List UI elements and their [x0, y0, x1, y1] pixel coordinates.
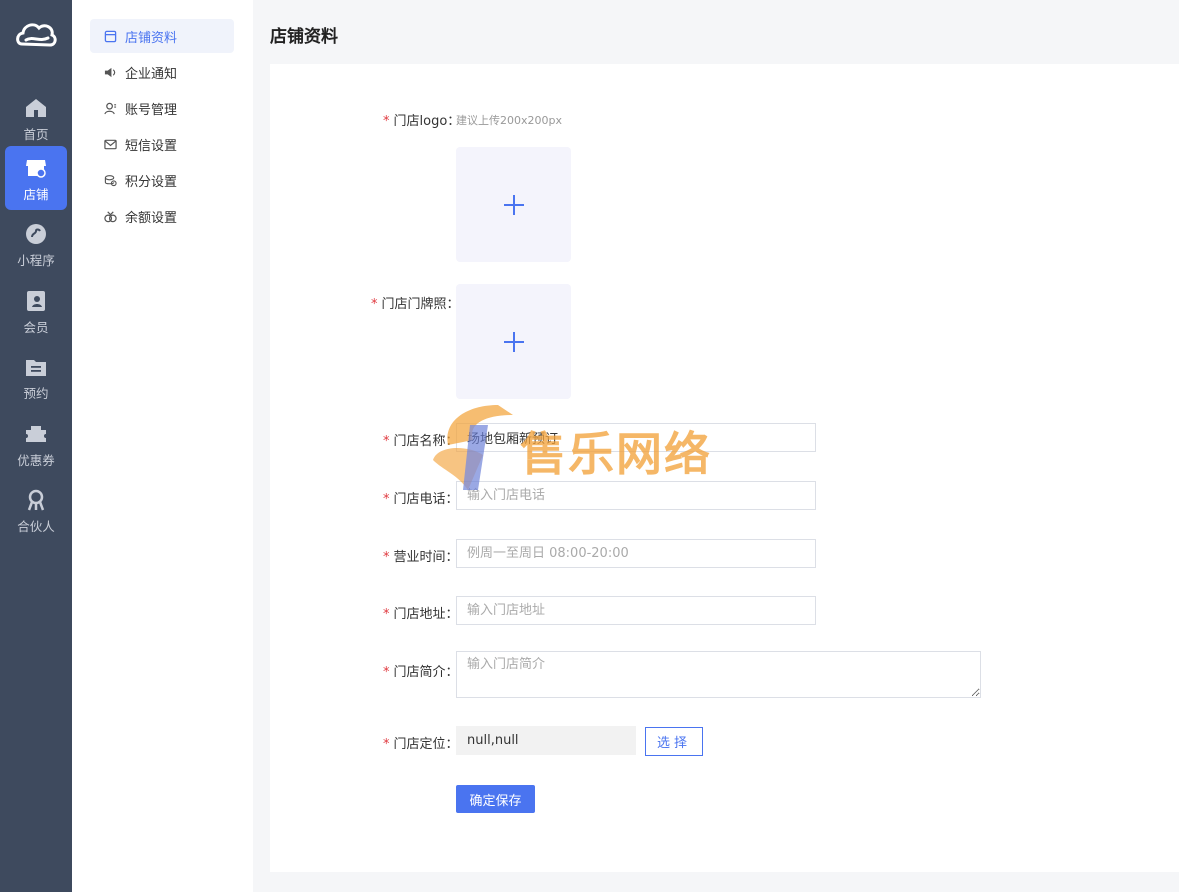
rail-item-store[interactable]: 店铺 — [5, 146, 67, 210]
required-mark: * — [383, 114, 390, 129]
rail-item-label: 首页 — [23, 127, 49, 142]
rail-item-label: 优惠券 — [17, 453, 55, 468]
required-mark: * — [371, 297, 378, 312]
rail-item-label: 会员 — [23, 320, 49, 335]
sub-item-label: 店铺资料 — [125, 30, 178, 46]
sub-item-store-info[interactable]: 店铺资料 — [90, 19, 234, 53]
sub-item-label: 短信设置 — [125, 138, 178, 154]
account-icon — [104, 102, 117, 114]
rail-item-label: 预约 — [23, 386, 49, 401]
required-mark: * — [383, 434, 390, 449]
required-mark: * — [383, 492, 390, 507]
required-mark: * — [383, 665, 390, 680]
speaker-icon — [104, 67, 116, 77]
required-mark: * — [383, 607, 390, 622]
name-label: * 门店名称： — [383, 434, 459, 449]
points-icon — [104, 174, 117, 186]
location-label: * 门店定位： — [383, 737, 459, 752]
rail-item-home[interactable]: 首页 — [5, 86, 67, 150]
balance-icon — [104, 210, 117, 222]
coupon-icon — [26, 426, 46, 442]
logo-hint: 建议上传200x200px — [456, 114, 562, 127]
miniprogram-icon — [26, 224, 46, 244]
save-button[interactable]: 确定保存 — [456, 785, 535, 813]
store-info-icon — [104, 30, 117, 42]
logo-label: * 门店logo： — [383, 114, 461, 129]
store-name-input[interactable] — [456, 423, 816, 452]
rail-item-label: 小程序 — [17, 253, 55, 268]
required-mark: * — [383, 550, 390, 565]
rail-item-label: 店铺 — [23, 187, 49, 202]
store-intro-textarea[interactable] — [456, 651, 981, 698]
rail-item-partner[interactable]: 合伙人 — [5, 478, 67, 542]
sub-item-label: 企业通知 — [125, 66, 178, 82]
app-logo-icon — [16, 23, 57, 47]
address-label: * 门店地址： — [383, 607, 459, 622]
rail-item-member[interactable]: 会员 — [5, 279, 67, 343]
page-title: 店铺资料 — [270, 27, 338, 47]
store-phone-input[interactable] — [456, 481, 816, 510]
sub-item-label: 积分设置 — [125, 174, 178, 190]
booking-icon — [26, 360, 46, 376]
license-upload[interactable] — [456, 284, 571, 399]
sub-item-notice[interactable]: 企业通知 — [90, 55, 234, 89]
select-location-button[interactable]: 选择 — [645, 727, 703, 756]
main-nav-rail: 首页 店铺 小程序 会员 预约 优惠券 合伙人 — [0, 0, 72, 892]
home-icon — [26, 99, 46, 117]
intro-label: * 门店简介： — [383, 665, 459, 680]
plus-icon — [504, 332, 524, 352]
member-icon — [27, 291, 45, 311]
rail-item-miniprogram[interactable]: 小程序 — [5, 212, 67, 276]
plus-icon — [504, 195, 524, 215]
sub-item-balance[interactable]: 余额设置 — [90, 199, 234, 233]
sub-item-label: 余额设置 — [125, 210, 178, 226]
sub-item-label: 账号管理 — [125, 102, 178, 118]
sub-item-sms[interactable]: 短信设置 — [90, 127, 234, 161]
sub-item-account[interactable]: 账号管理 — [90, 91, 234, 125]
location-coordinates-field — [456, 726, 636, 755]
phone-label: * 门店电话： — [383, 492, 459, 507]
store-icon — [26, 160, 46, 178]
rail-item-booking[interactable]: 预约 — [5, 345, 67, 409]
logo-upload[interactable] — [456, 147, 571, 262]
hours-label: * 营业时间： — [383, 550, 459, 565]
license-label: * 门店门牌照： — [371, 297, 460, 312]
rail-item-label: 合伙人 — [17, 519, 55, 534]
sub-menu: 店铺资料 企业通知 账号管理 短信设置 积分设置 余额设置 — [72, 0, 253, 892]
store-address-input[interactable] — [456, 596, 816, 625]
sub-item-points[interactable]: 积分设置 — [90, 163, 234, 197]
mail-icon — [104, 139, 117, 149]
required-mark: * — [383, 737, 390, 752]
business-hours-input[interactable] — [456, 539, 816, 568]
rail-item-coupon[interactable]: 优惠券 — [5, 412, 67, 476]
partner-icon — [27, 489, 45, 511]
